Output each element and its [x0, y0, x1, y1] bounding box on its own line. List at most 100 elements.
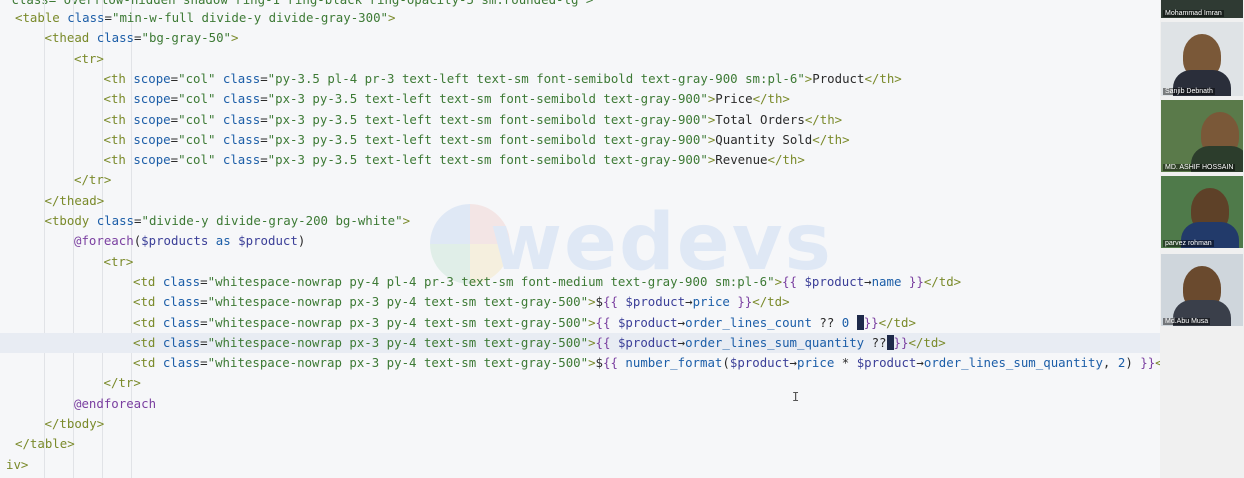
participant-name: Sanjib Debnath: [1163, 88, 1215, 95]
code-token: <th: [103, 152, 134, 168]
code-token: </td>: [878, 314, 916, 330]
code-token: >: [588, 294, 596, 310]
code-token: "whitespace-nowrap px-3 py-4 text-sm tex…: [207, 355, 589, 371]
code-line[interactable]: @foreach($products as $product): [0, 231, 1160, 251]
participant-tile: Md.Abu Musa: [1161, 254, 1243, 326]
code-token: </td>: [752, 294, 790, 310]
code-line[interactable]: <table class="min-w-full divide-y divide…: [0, 8, 1160, 28]
code-token: <td: [133, 314, 163, 330]
code-token: ): [297, 233, 306, 249]
participant-name: Md.Abu Musa: [1163, 318, 1211, 325]
code-token: number_format: [625, 355, 723, 371]
code-token: >: [588, 355, 596, 371]
code-line[interactable]: <th scope="col" class="px-3 py-3.5 text-…: [0, 130, 1160, 150]
code-token: order_lines_sum_quantity: [685, 334, 865, 350]
code-token: "divide-y divide-gray-200 bg-white": [141, 213, 403, 228]
code-token: $product: [625, 294, 686, 310]
code-token: =: [200, 273, 208, 289]
code-token: @endforeach: [74, 395, 157, 411]
code-token: <td: [133, 273, 163, 289]
code-line[interactable]: <tr>: [0, 49, 1160, 69]
code-token: class: [222, 70, 261, 86]
code-token: "whitespace-nowrap px-3 py-4 text-sm tex…: [207, 314, 589, 330]
code-line[interactable]: <th scope="col" class="px-3 py-3.5 text-…: [0, 110, 1160, 130]
code-token: >: [388, 10, 396, 25]
code-token: "px-3 py-3.5 text-left text-sm font-semi…: [267, 91, 708, 107]
code-token: <tbody: [44, 213, 97, 228]
code-token: Quantity Sold: [715, 131, 813, 147]
code-token: iv>: [6, 456, 29, 472]
code-token: }}: [729, 294, 753, 310]
code-token: "col": [178, 91, 223, 107]
code-token: >: [588, 314, 596, 330]
code-token: →: [677, 334, 686, 350]
code-token: $: [595, 355, 604, 371]
code-line[interactable]: <thead class="bg-gray-50">: [0, 28, 1160, 48]
code-line[interactable]: <th scope="col" class="py-3.5 pl-4 pr-3 …: [0, 69, 1160, 89]
code-token: class: [222, 131, 261, 147]
code-line[interactable]: </tr>: [0, 170, 1160, 190]
code-token: =: [260, 131, 268, 147]
code-token: price: [797, 355, 835, 371]
code-token: {{: [603, 294, 626, 310]
code-line[interactable]: <td class="whitespace-nowrap py-4 pl-4 p…: [0, 272, 1160, 292]
code-token: name: [871, 273, 902, 289]
code-line[interactable]: <td class="whitespace-nowrap px-3 py-4 t…: [0, 292, 1160, 312]
code-token: scope: [133, 131, 171, 147]
participant-name: MD. ASHIF HOSSAIN: [1163, 164, 1236, 171]
code-line[interactable]: </tr>: [0, 373, 1160, 393]
code-line[interactable]: <tr>: [0, 252, 1160, 272]
code-token: class: [162, 355, 201, 371]
code-token: "min-w-full divide-y divide-gray-300": [112, 10, 389, 25]
code-token: @foreach: [74, 233, 134, 249]
code-line[interactable]: @endforeach: [0, 394, 1160, 414]
code-token: </table>: [15, 436, 75, 452]
text-cursor-icon: I: [792, 390, 800, 404]
text-cursor-icon: [856, 314, 864, 330]
code-token: "px-3 py-3.5 text-left text-sm font-semi…: [267, 131, 708, 147]
code-token: →: [789, 355, 798, 371]
participant-name: Mohammad Imran: [1163, 10, 1224, 17]
code-token: class: [162, 294, 201, 310]
code-token: →: [677, 314, 686, 330]
text-cursor-icon: [886, 334, 894, 350]
code-editor[interactable]: wedevs class="overflow-hidden shadow rin…: [0, 0, 1160, 478]
code-line[interactable]: </thead>: [0, 191, 1160, 211]
code-line[interactable]: <td class="whitespace-nowrap px-3 py-4 t…: [0, 332, 1160, 353]
code-token: <th: [103, 70, 134, 86]
code-token: "py-3.5 pl-4 pr-3 text-left text-sm font…: [267, 70, 805, 86]
participant-name: parvez rohman: [1163, 240, 1214, 247]
code-token: >: [402, 213, 411, 228]
code-line[interactable]: iv>: [0, 455, 1160, 475]
code-token: <th: [103, 131, 134, 147]
code-token: =: [200, 334, 208, 350]
code-token: <td: [133, 355, 163, 371]
code-token: class: [162, 334, 201, 350]
code-token: </th>: [752, 91, 790, 107]
code-token: →: [916, 355, 924, 371]
code-line[interactable]: <th scope="col" class="px-3 py-3.5 text-…: [0, 89, 1160, 109]
code-token: </tr>: [103, 375, 141, 391]
code-token: "bg-gray-50": [141, 30, 232, 46]
code-line[interactable]: <th scope="col" class="px-3 py-3.5 text-…: [0, 150, 1160, 170]
participant-tile: Mohammad Imran: [1161, 0, 1243, 18]
participant-tile: MD. ASHIF HOSSAIN: [1161, 100, 1243, 172]
code-token: =: [170, 111, 179, 127]
code-token: =: [200, 314, 208, 330]
code-token: {{: [595, 334, 618, 350]
code-token: <table: [15, 10, 68, 25]
code-token: <tr>: [74, 50, 104, 66]
code-token: $product: [804, 273, 865, 289]
code-token: <tr>: [103, 253, 134, 269]
code-line[interactable]: <td class="whitespace-nowrap px-3 py-4 t…: [0, 313, 1160, 333]
code-token: order_lines_sum_quantity: [923, 355, 1103, 371]
code-line[interactable]: </tbody>: [0, 414, 1160, 434]
code-token: *: [834, 355, 857, 371]
code-line[interactable]: </table>: [0, 434, 1160, 454]
code-token: scope: [133, 91, 171, 107]
code-token: $products: [141, 233, 209, 249]
code-token: "col": [178, 152, 223, 168]
code-line[interactable]: <tbody class="divide-y divide-gray-200 b…: [0, 211, 1160, 231]
code-line[interactable]: <td class="whitespace-nowrap px-3 py-4 t…: [0, 353, 1160, 373]
